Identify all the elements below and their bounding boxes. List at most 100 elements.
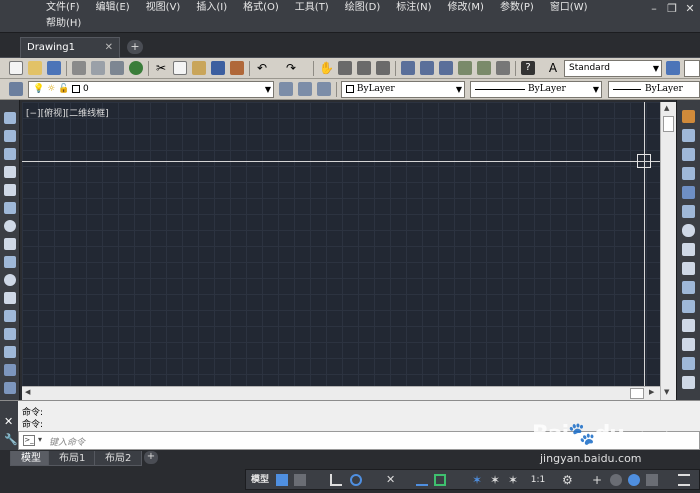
linetype-select[interactable]: ByLayer ▼ <box>470 81 602 98</box>
layer-select[interactable]: 💡 ☼ 🔓 0 ▼ <box>28 81 274 98</box>
undo-icon[interactable]: ↶ <box>255 61 269 75</box>
command-prompt-icon[interactable]: >_ <box>23 435 35 446</box>
make-block-icon[interactable] <box>4 328 16 340</box>
publish-icon[interactable] <box>129 61 143 75</box>
auto-scale-icon[interactable]: ✶ <box>490 474 502 486</box>
mirror-icon[interactable] <box>682 148 695 161</box>
extend-icon[interactable] <box>682 300 695 313</box>
lineweight-select[interactable]: ByLayer <box>608 81 700 98</box>
menu-modify[interactable]: 修改(M) <box>444 0 488 16</box>
ortho-icon[interactable] <box>330 474 342 486</box>
copy-icon[interactable] <box>173 61 187 75</box>
offset-icon[interactable] <box>682 167 695 180</box>
polyline-icon[interactable] <box>4 148 16 160</box>
point-icon[interactable] <box>4 346 16 358</box>
scroll-up-icon[interactable]: ▲ <box>664 104 669 112</box>
help-icon[interactable]: ? <box>521 61 535 75</box>
object-snap-icon[interactable] <box>434 474 446 486</box>
pan-icon[interactable]: ✋ <box>319 61 334 75</box>
plot-icon[interactable] <box>110 61 124 75</box>
tool-palettes-icon[interactable] <box>439 61 453 75</box>
insert-block-icon[interactable] <box>4 310 16 322</box>
dimension-style-icon[interactable] <box>666 61 680 75</box>
calculator-icon[interactable] <box>496 61 510 75</box>
menu-dimension[interactable]: 标注(N) <box>392 0 435 16</box>
scroll-down-icon[interactable]: ▼ <box>664 388 669 396</box>
circle-icon[interactable] <box>4 220 16 232</box>
save-icon[interactable] <box>47 61 61 75</box>
model-space-toggle[interactable]: 模型 <box>248 473 272 487</box>
drawing-canvas[interactable]: [−][俯视][二维线框] <box>22 102 660 386</box>
polygon-icon[interactable] <box>4 166 16 178</box>
erase-icon[interactable] <box>682 110 695 123</box>
design-center-icon[interactable] <box>420 61 434 75</box>
object-snap-tracking-icon[interactable] <box>416 474 428 486</box>
rotate-icon[interactable] <box>682 224 695 237</box>
hatch-icon[interactable] <box>4 364 16 376</box>
join-icon[interactable] <box>682 357 695 370</box>
customize-wrench-icon[interactable]: 🔧 <box>4 433 18 446</box>
revision-cloud-icon[interactable] <box>4 238 16 250</box>
customize-menu-icon[interactable] <box>678 474 690 486</box>
trim-icon[interactable] <box>682 281 695 294</box>
arc-icon[interactable] <box>4 202 16 214</box>
paste-icon[interactable] <box>192 61 206 75</box>
break-at-point-icon[interactable] <box>682 319 695 332</box>
new-file-icon[interactable] <box>9 61 23 75</box>
array-icon[interactable] <box>682 186 695 199</box>
ellipse-icon[interactable] <box>4 274 16 286</box>
isolate-objects-icon[interactable] <box>610 474 622 486</box>
close-window-icon[interactable]: ✕ <box>684 2 696 15</box>
open-folder-icon[interactable] <box>28 61 42 75</box>
zoom-previous-icon[interactable] <box>376 61 390 75</box>
minimize-icon[interactable]: – <box>648 2 660 15</box>
copy-object-icon[interactable] <box>682 129 695 142</box>
break-icon[interactable] <box>682 338 695 351</box>
menu-window[interactable]: 窗口(W) <box>546 0 592 16</box>
ellipse-arc-icon[interactable] <box>4 292 16 304</box>
add-layout-button[interactable]: + <box>144 451 158 464</box>
move-icon[interactable] <box>682 205 695 218</box>
chamfer-icon[interactable] <box>682 376 695 389</box>
menu-draw[interactable]: 绘图(D) <box>341 0 385 16</box>
snap-icon[interactable] <box>294 474 306 486</box>
vertical-scroll-thumb[interactable] <box>663 116 674 132</box>
properties-icon[interactable] <box>401 61 415 75</box>
new-tab-button[interactable]: + <box>127 40 143 54</box>
tab-layout1[interactable]: 布局1 <box>48 451 97 466</box>
hardware-acceleration-icon[interactable] <box>628 474 640 486</box>
menu-edit[interactable]: 编辑(E) <box>92 0 134 16</box>
scroll-left-icon[interactable]: ◀ <box>25 388 30 396</box>
cut-icon[interactable]: ✂ <box>154 61 168 75</box>
annotation-visibility-icon[interactable]: ✶ <box>472 474 484 486</box>
color-select[interactable]: ByLayer ▼ <box>341 81 465 98</box>
spline-icon[interactable] <box>4 256 16 268</box>
workspace-gear-icon[interactable]: ⚙ <box>562 474 574 486</box>
tab-drawing1[interactable]: Drawing1 ✕ <box>20 37 120 58</box>
annotation-scale-icon[interactable]: ✶ <box>508 474 520 486</box>
plus-icon[interactable]: + <box>592 474 604 486</box>
region-icon[interactable] <box>4 382 16 394</box>
sheet-set-icon[interactable] <box>458 61 472 75</box>
annotation-scale-value[interactable]: 1:1 <box>528 473 548 487</box>
match-properties-icon[interactable] <box>230 61 244 75</box>
horizontal-scroll-thumb[interactable] <box>630 388 644 399</box>
tab-model[interactable]: 模型 <box>10 451 52 466</box>
menu-file[interactable]: 文件(F) <box>42 0 84 16</box>
layer-states-icon[interactable] <box>298 82 312 96</box>
print-icon[interactable] <box>72 61 86 75</box>
menu-tools[interactable]: 工具(T) <box>291 0 333 16</box>
scroll-right-icon[interactable]: ▶ <box>649 388 654 396</box>
redo-icon[interactable]: ↷ <box>284 61 298 75</box>
menu-help[interactable]: 帮助(H) <box>42 16 85 32</box>
vertical-scrollbar[interactable]: ▲ ▼ <box>660 102 676 400</box>
make-current-layer-icon[interactable] <box>279 82 293 96</box>
grid-icon[interactable] <box>276 474 288 486</box>
menu-format[interactable]: 格式(O) <box>239 0 283 16</box>
viewport-controls-label[interactable]: [−][俯视][二维线框] <box>26 106 109 119</box>
horizontal-scrollbar[interactable]: ◀ ▶ <box>22 386 660 400</box>
clean-screen-icon[interactable] <box>646 474 658 486</box>
tab-layout2[interactable]: 布局2 <box>94 451 143 466</box>
rectangle-icon[interactable] <box>4 184 16 196</box>
line-icon[interactable] <box>4 112 16 124</box>
